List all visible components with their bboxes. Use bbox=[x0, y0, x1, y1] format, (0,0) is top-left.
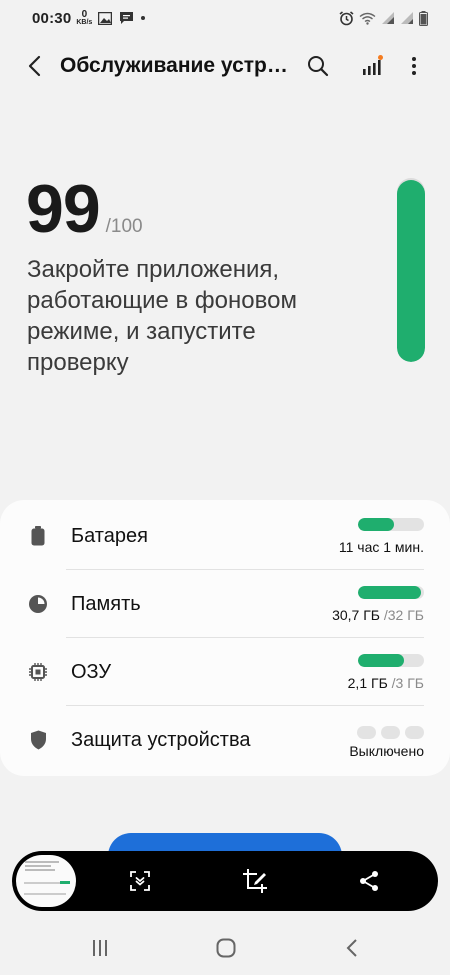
storage-bar bbox=[358, 586, 424, 599]
score-bar-fill bbox=[397, 179, 425, 362]
recent-apps-button[interactable] bbox=[78, 930, 122, 966]
score-bar bbox=[397, 178, 425, 362]
security-value: Выключено bbox=[349, 743, 424, 759]
scroll-capture-button[interactable] bbox=[118, 859, 162, 903]
home-button[interactable] bbox=[204, 930, 248, 966]
status-time: 00:30 bbox=[32, 9, 72, 27]
score-max: /100 bbox=[105, 216, 143, 237]
battery-bar-fill bbox=[358, 518, 395, 531]
battery-value: 11 час 1 мин. bbox=[338, 539, 424, 555]
storage-row[interactable]: Память 30,7 ГБ /32 ГБ bbox=[0, 570, 450, 638]
storage-value: 30,7 ГБ /32 ГБ bbox=[332, 607, 424, 623]
home-icon bbox=[216, 938, 236, 958]
battery-icon bbox=[419, 10, 428, 26]
wifi-icon bbox=[359, 12, 376, 25]
share-button[interactable] bbox=[347, 859, 391, 903]
chevron-left-icon bbox=[28, 55, 41, 77]
security-row[interactable]: Защита устройства Выключено bbox=[0, 706, 450, 774]
back-button[interactable] bbox=[12, 44, 56, 88]
search-button[interactable] bbox=[296, 44, 340, 88]
share-icon bbox=[360, 871, 378, 891]
alarm-icon bbox=[339, 10, 354, 25]
more-options-icon bbox=[412, 57, 416, 75]
score-value: 99 bbox=[26, 171, 101, 247]
more-options-button[interactable] bbox=[392, 44, 436, 88]
diagnostics-button[interactable] bbox=[350, 44, 394, 88]
scroll-capture-icon bbox=[130, 871, 150, 891]
battery-bar bbox=[358, 518, 424, 531]
ram-bar bbox=[358, 654, 424, 667]
image-icon bbox=[98, 11, 113, 25]
status-bar: 00:30 0 KB/s bbox=[0, 0, 450, 36]
signal-icon bbox=[382, 12, 394, 24]
message-icon bbox=[120, 12, 134, 24]
security-label: Защита устройства bbox=[71, 729, 251, 751]
recent-apps-icon bbox=[93, 940, 107, 956]
ram-chip-icon bbox=[28, 662, 48, 682]
storage-icon bbox=[28, 594, 48, 614]
score-display: 99 /100 bbox=[26, 170, 143, 248]
screenshot-thumbnail[interactable] bbox=[16, 855, 76, 907]
notification-dot bbox=[141, 16, 146, 20]
battery-label: Батарея bbox=[71, 525, 148, 547]
app-header: Обслуживание устр… bbox=[0, 44, 450, 88]
back-icon bbox=[346, 939, 357, 957]
crop-edit-icon bbox=[243, 869, 267, 893]
diagnostics-icon bbox=[363, 55, 383, 75]
status-card: Батарея 11 час 1 мин. Память 30,7 ГБ /32… bbox=[0, 500, 450, 776]
storage-bar-fill bbox=[358, 586, 422, 599]
page-title: Обслуживание устр… bbox=[60, 54, 288, 77]
ram-bar-fill bbox=[358, 654, 405, 667]
navigation-bar bbox=[0, 920, 450, 975]
screenshot-toolbar bbox=[12, 851, 438, 911]
shield-icon bbox=[28, 730, 48, 750]
search-icon bbox=[308, 56, 329, 77]
storage-label: Память bbox=[71, 593, 141, 615]
ram-value: 2,1 ГБ /3 ГБ bbox=[347, 675, 424, 691]
battery-row[interactable]: Батарея 11 час 1 мин. bbox=[0, 502, 450, 570]
security-status-dots bbox=[357, 726, 424, 739]
notification-badge bbox=[378, 55, 383, 60]
crop-edit-button[interactable] bbox=[233, 859, 277, 903]
battery-icon bbox=[28, 526, 48, 546]
score-message: Закройте приложения, работающие в фоново… bbox=[27, 256, 297, 376]
nav-back-button[interactable] bbox=[330, 930, 374, 966]
network-speed: 0 KB/s bbox=[76, 9, 93, 27]
signal-icon-2 bbox=[401, 12, 413, 24]
ram-label: ОЗУ bbox=[71, 661, 112, 683]
ram-row[interactable]: ОЗУ 2,1 ГБ /3 ГБ bbox=[0, 638, 450, 706]
